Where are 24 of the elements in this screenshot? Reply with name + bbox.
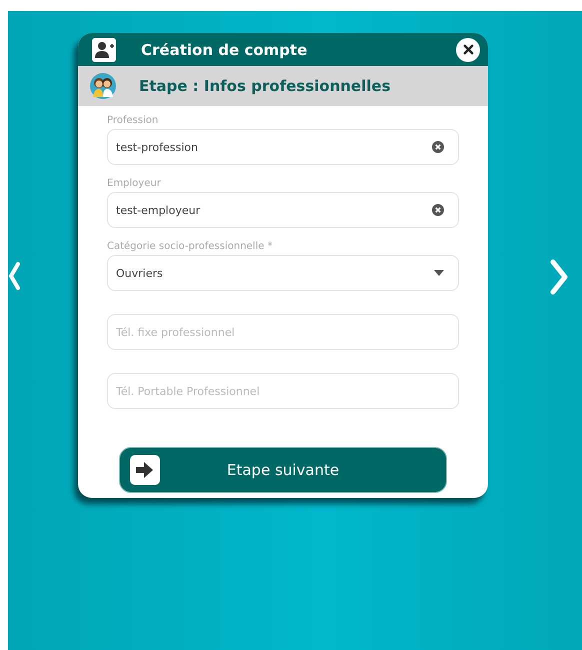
- close-icon: [462, 44, 474, 55]
- chevron-left-icon[interactable]: [8, 261, 20, 291]
- add-user-icon: [92, 38, 116, 62]
- people-icon: [90, 73, 116, 99]
- close-button[interactable]: [456, 38, 480, 62]
- clear-icon[interactable]: [432, 204, 444, 216]
- input-field[interactable]: test-profession: [107, 129, 459, 165]
- arrow-right-icon: [130, 455, 160, 485]
- chevron-right-icon[interactable]: [549, 259, 569, 295]
- select-field[interactable]: Ouvriers: [107, 255, 459, 291]
- field-value: test-employeur: [116, 204, 200, 216]
- field-label: Catégorie socio-professionnelle *: [107, 240, 274, 253]
- field-label: Employeur: [107, 177, 162, 190]
- input-field[interactable]: test-employeur: [107, 192, 459, 228]
- input-field[interactable]: Tél. Portable Professionnel: [107, 373, 459, 409]
- field-value: Ouvriers: [116, 266, 163, 280]
- field-value: test-profession: [116, 140, 198, 154]
- field-label: Profession: [107, 114, 160, 127]
- dialog-title: Création de compte: [141, 40, 308, 58]
- step-title: Etape : Infos professionnelles: [139, 77, 390, 95]
- input-field[interactable]: Tél. fixe professionnel: [107, 314, 459, 350]
- clear-icon[interactable]: [432, 141, 444, 153]
- next-step-button[interactable]: Etape suivante: [119, 447, 447, 493]
- caret-icon: [434, 270, 444, 276]
